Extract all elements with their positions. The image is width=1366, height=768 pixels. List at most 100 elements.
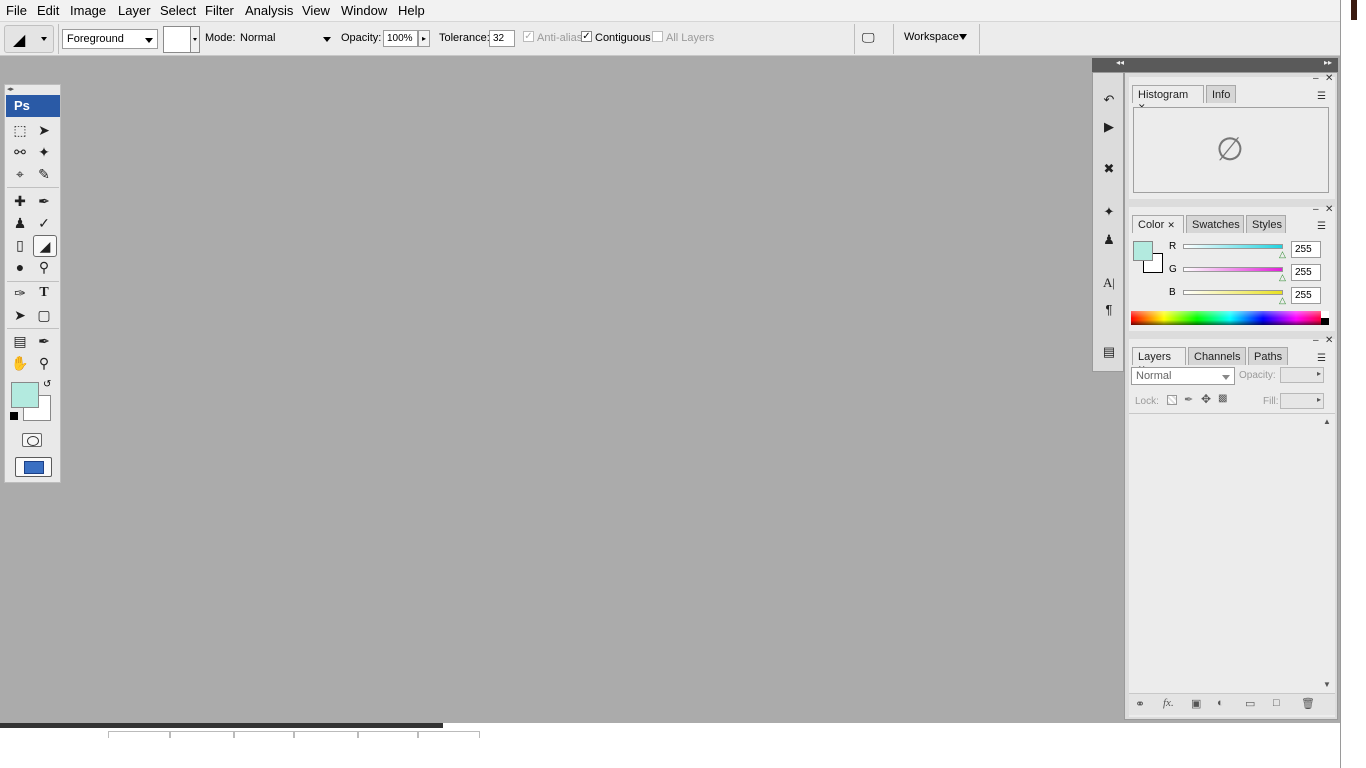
- shape-tool-icon[interactable]: ▢: [33, 305, 55, 325]
- green-value-input[interactable]: 255: [1291, 264, 1321, 281]
- menu-edit[interactable]: Edit: [37, 3, 59, 18]
- blue-value-input[interactable]: 255: [1291, 287, 1321, 304]
- tab-paths[interactable]: Paths: [1248, 347, 1288, 365]
- brushes-icon[interactable]: ✦: [1098, 202, 1120, 222]
- character-icon[interactable]: A|: [1098, 273, 1120, 293]
- tab-info[interactable]: Info: [1206, 85, 1236, 103]
- horizontal-scrollbar[interactable]: [0, 723, 443, 728]
- history-brush-tool-icon[interactable]: ✓: [33, 213, 55, 233]
- dodge-tool-icon[interactable]: ⚲: [33, 257, 55, 277]
- menu-help[interactable]: Help: [398, 3, 425, 18]
- tool-presets-icon[interactable]: ✖: [1098, 159, 1120, 179]
- chevron-right-icon[interactable]: ▸: [1317, 369, 1321, 378]
- link-layers-icon[interactable]: ⚭: [1135, 697, 1145, 711]
- tab-color[interactable]: Color ✕: [1132, 215, 1184, 233]
- move-tool-icon[interactable]: ➤: [33, 120, 55, 140]
- paint-bucket-tool-icon[interactable]: ◢: [33, 235, 57, 257]
- tab-styles[interactable]: Styles: [1246, 215, 1286, 233]
- lock-position-icon[interactable]: ✥: [1201, 392, 1211, 406]
- brush-tool-icon[interactable]: ✒: [33, 191, 55, 211]
- eraser-tool-icon[interactable]: ▯: [9, 235, 31, 255]
- swap-colors-icon[interactable]: ↺: [43, 379, 51, 390]
- layer-comps-icon[interactable]: ▤: [1098, 342, 1120, 362]
- menu-view[interactable]: View: [302, 3, 330, 18]
- clone-stamp-tool-icon[interactable]: ♟: [9, 213, 31, 233]
- red-value-input[interactable]: 255: [1291, 241, 1321, 258]
- expand-icon[interactable]: ▸▸: [1324, 58, 1332, 67]
- fill-source-select[interactable]: Foreground: [62, 29, 158, 49]
- lock-all-icon[interactable]: ▩: [1218, 393, 1227, 404]
- red-slider[interactable]: [1183, 244, 1283, 249]
- collapse-icon[interactable]: ◂▸: [7, 85, 14, 93]
- layer-style-icon[interactable]: fx.: [1163, 697, 1174, 709]
- actions-icon[interactable]: ▶: [1098, 117, 1120, 137]
- path-selection-tool-icon[interactable]: ➤: [9, 305, 31, 325]
- menu-layer[interactable]: Layer: [118, 3, 151, 18]
- tab-layers[interactable]: Layers ✕: [1132, 347, 1186, 374]
- menu-filter[interactable]: Filter: [205, 3, 234, 18]
- eyedropper-tool-icon[interactable]: ✒: [33, 331, 55, 351]
- slider-handle-icon[interactable]: △: [1279, 272, 1286, 283]
- menu-select[interactable]: Select: [160, 3, 196, 18]
- new-group-icon[interactable]: ▭: [1245, 697, 1255, 710]
- lock-pixels-icon[interactable]: ✒: [1184, 393, 1193, 406]
- chevron-right-icon[interactable]: ▸: [1317, 395, 1321, 404]
- menu-window[interactable]: Window: [341, 3, 387, 18]
- marquee-tool-icon[interactable]: ⬚: [9, 120, 31, 140]
- menu-analysis[interactable]: Analysis: [245, 3, 293, 18]
- hand-tool-icon[interactable]: ✋: [9, 353, 31, 373]
- healing-brush-tool-icon[interactable]: ✚: [9, 191, 31, 211]
- slider-handle-icon[interactable]: △: [1279, 249, 1286, 260]
- menu-file[interactable]: File: [6, 3, 27, 18]
- trash-icon[interactable]: 🗑: [1301, 697, 1315, 710]
- taskbar-tab[interactable]: [108, 731, 170, 738]
- green-slider[interactable]: [1183, 267, 1283, 272]
- scroll-down-icon[interactable]: ▼: [1323, 680, 1331, 689]
- contiguous-checkbox[interactable]: ✓: [581, 31, 592, 42]
- collapse-icon[interactable]: ◂◂: [1116, 58, 1124, 67]
- magic-wand-tool-icon[interactable]: ✦: [33, 142, 55, 162]
- panel-menu-icon[interactable]: ☰: [1317, 221, 1326, 232]
- taskbar-tab[interactable]: [418, 731, 480, 738]
- layers-scrollbar[interactable]: ▲ ▼: [1321, 415, 1333, 691]
- tolerance-input[interactable]: 32: [489, 30, 515, 47]
- foreground-swatch[interactable]: [1133, 241, 1153, 261]
- taskbar-tab[interactable]: [170, 731, 234, 738]
- all-layers-checkbox[interactable]: [652, 31, 663, 42]
- default-colors-icon[interactable]: [10, 412, 18, 420]
- scroll-up-icon[interactable]: ▲: [1323, 417, 1331, 426]
- workspace-button[interactable]: Workspace: [904, 31, 959, 43]
- bridge-icon[interactable]: 🖵: [862, 30, 875, 46]
- taskbar-tab[interactable]: [294, 731, 358, 738]
- slice-tool-icon[interactable]: ✎: [33, 164, 55, 184]
- blend-mode-select[interactable]: Normal: [1131, 367, 1235, 385]
- quick-mask-icon[interactable]: [22, 433, 42, 447]
- opacity-input[interactable]: 100%: [383, 30, 418, 47]
- menu-image[interactable]: Image: [70, 3, 106, 18]
- layers-list[interactable]: [1131, 415, 1319, 691]
- tool-preset-picker[interactable]: ◢: [4, 25, 54, 53]
- tab-histogram[interactable]: Histogram ✕: [1132, 85, 1204, 112]
- blue-slider[interactable]: [1183, 290, 1283, 295]
- notes-tool-icon[interactable]: ▤: [9, 331, 31, 351]
- tab-swatches[interactable]: Swatches: [1186, 215, 1244, 233]
- taskbar-tab[interactable]: [358, 731, 418, 738]
- foreground-color-swatch[interactable]: [11, 382, 39, 408]
- lock-transparency-icon[interactable]: [1167, 395, 1177, 405]
- clone-source-icon[interactable]: ♟: [1098, 230, 1120, 250]
- layer-mask-icon[interactable]: ▣: [1191, 697, 1201, 710]
- opacity-slider-button[interactable]: ▸: [418, 30, 430, 47]
- pen-tool-icon[interactable]: ✑: [9, 283, 31, 303]
- blur-tool-icon[interactable]: ●: [9, 257, 31, 277]
- color-spectrum-bar[interactable]: [1131, 311, 1329, 325]
- new-layer-icon[interactable]: □: [1273, 697, 1280, 709]
- screen-mode-icon[interactable]: [15, 457, 52, 477]
- type-tool-icon[interactable]: T: [33, 283, 55, 303]
- ps-logo[interactable]: Ps: [6, 95, 60, 117]
- taskbar-tab[interactable]: [234, 731, 294, 738]
- mode-select[interactable]: Normal: [236, 29, 335, 49]
- panel-menu-icon[interactable]: ☰: [1317, 91, 1326, 102]
- history-icon[interactable]: ↶: [1098, 90, 1120, 110]
- panel-menu-icon[interactable]: ☰: [1317, 353, 1326, 364]
- paragraph-icon[interactable]: ¶: [1098, 300, 1120, 320]
